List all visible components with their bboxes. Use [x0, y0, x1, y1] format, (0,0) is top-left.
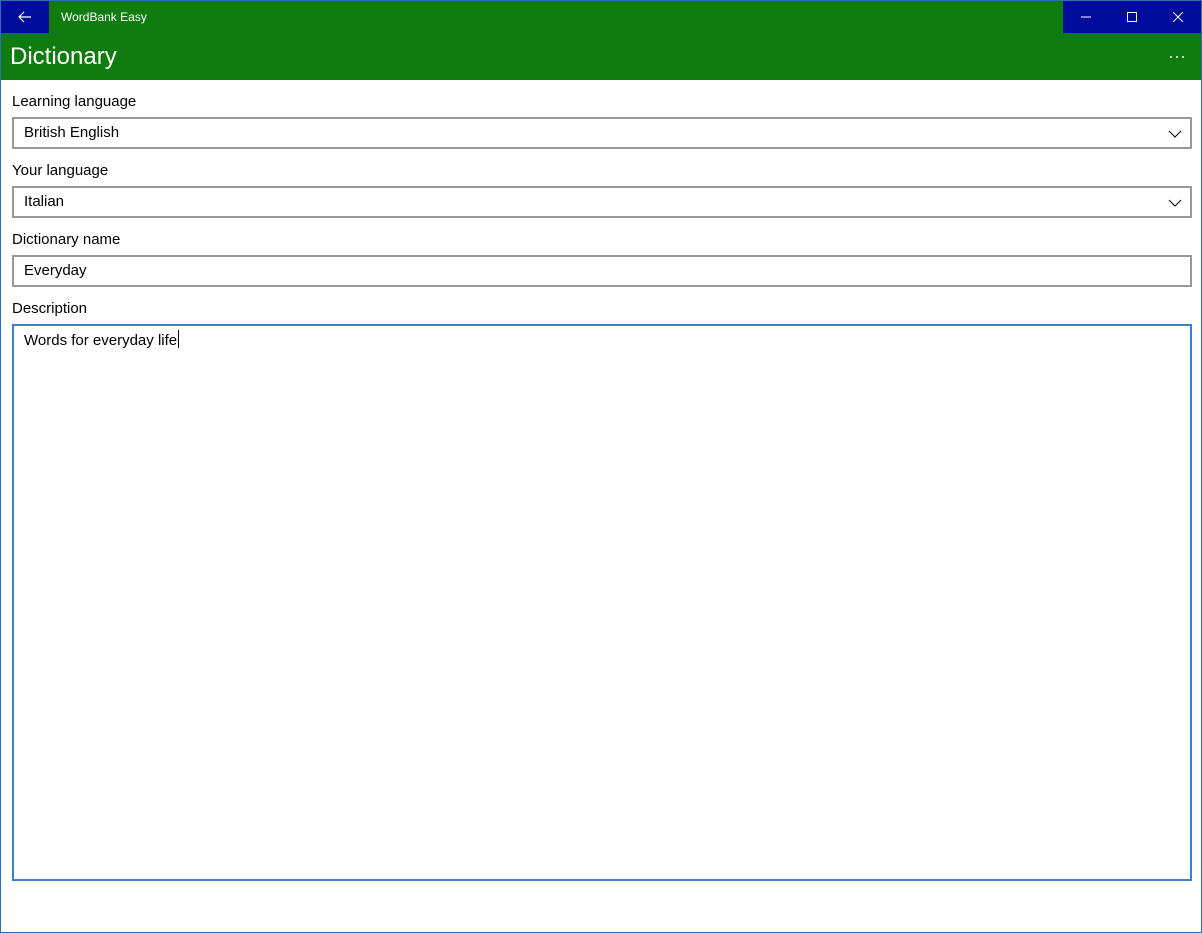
app-title: WordBank Easy: [61, 10, 147, 24]
learning-language-value: British English: [24, 124, 120, 141]
dictionary-name-label: Dictionary name: [12, 231, 121, 248]
more-options-button[interactable]: [1157, 37, 1197, 77]
page-title: Dictionary: [10, 43, 117, 70]
description-label: Description: [12, 300, 88, 317]
chevron-down-icon: [1168, 130, 1182, 138]
maximize-button[interactable]: [1109, 1, 1155, 33]
dictionary-form: Learning language British English Your l…: [12, 80, 1192, 881]
caption-buttons: [1063, 1, 1201, 33]
minimize-button[interactable]: [1063, 1, 1109, 33]
chevron-down-icon: [1168, 199, 1182, 207]
learning-language-combobox[interactable]: British English: [12, 117, 1192, 149]
your-language-combobox[interactable]: Italian: [12, 186, 1192, 218]
page-header: Dictionary: [1, 33, 1201, 80]
more-ellipsis-icon: [1170, 56, 1184, 58]
dictionary-name-input[interactable]: Everyday: [12, 255, 1192, 287]
app-window: WordBank Easy Dictionary Learning langua…: [0, 0, 1202, 933]
minimize-icon: [1081, 16, 1091, 18]
maximize-icon: [1127, 12, 1137, 22]
your-language-value: Italian: [24, 193, 65, 210]
text-caret: [178, 330, 180, 348]
back-button[interactable]: [1, 1, 49, 33]
title-bar: WordBank Easy: [1, 1, 1201, 33]
learning-language-label: Learning language: [12, 93, 137, 110]
close-icon: [1173, 12, 1183, 22]
description-textarea[interactable]: Words for everyday life: [12, 324, 1192, 881]
description-value: Words for everyday life: [24, 332, 178, 349]
back-arrow-icon: [18, 11, 31, 23]
your-language-label: Your language: [12, 162, 109, 179]
close-button[interactable]: [1155, 1, 1201, 33]
description-text: Words for everyday life: [24, 330, 180, 352]
dictionary-name-value: Everyday: [24, 262, 87, 279]
